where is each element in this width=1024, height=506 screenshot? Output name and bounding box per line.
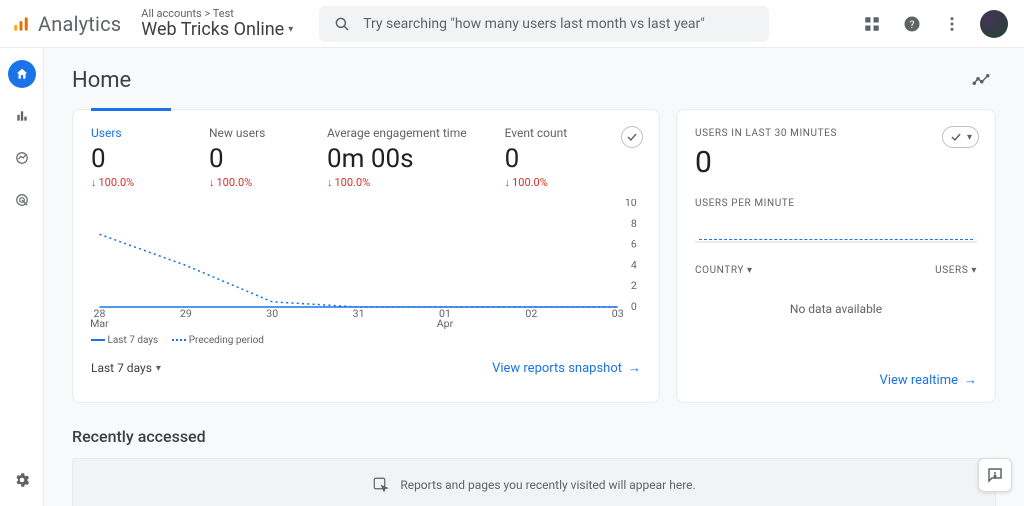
date-range-dropdown[interactable]: Last 7 days ▾ bbox=[91, 361, 161, 375]
page-title: Home bbox=[72, 68, 131, 93]
insights-icon[interactable] bbox=[972, 72, 990, 90]
chevron-down-icon: ▾ bbox=[967, 132, 972, 143]
svg-text:8: 8 bbox=[631, 217, 637, 230]
avatar[interactable] bbox=[980, 10, 1008, 38]
svg-text:Mar: Mar bbox=[91, 317, 109, 329]
metric-value: 0 bbox=[209, 144, 289, 174]
legend-last: Last 7 days bbox=[107, 335, 158, 346]
main-content: Home Users 0 ↓100.0% New users 0 ↓100.0% bbox=[44, 48, 1024, 506]
svg-text:10: 10 bbox=[625, 199, 637, 209]
realtime-value: 0 bbox=[695, 145, 977, 180]
brand-word: Analytics bbox=[38, 12, 121, 36]
arrow-right-icon: → bbox=[628, 360, 641, 376]
metric-label: Average engagement time bbox=[327, 126, 467, 140]
arrow-down-icon: ↓ bbox=[91, 176, 97, 189]
svg-text:Apr: Apr bbox=[437, 317, 454, 329]
recently-accessed-empty: Reports and pages you recently visited w… bbox=[72, 458, 996, 506]
col-country[interactable]: COUNTRY▾ bbox=[695, 265, 753, 276]
svg-text:?: ? bbox=[910, 17, 915, 30]
cursor-icon bbox=[372, 476, 390, 494]
view-reports-snapshot-link[interactable]: View reports snapshot → bbox=[492, 360, 641, 376]
metric-delta: ↓100.0% bbox=[209, 176, 289, 189]
left-rail bbox=[0, 48, 44, 506]
nav-home[interactable] bbox=[8, 60, 36, 88]
chevron-down-icon: ▾ bbox=[971, 265, 977, 276]
card-quality-icon[interactable] bbox=[621, 126, 643, 148]
help-icon[interactable]: ? bbox=[900, 12, 924, 36]
svg-text:2: 2 bbox=[631, 279, 637, 292]
legend-prev: Preceding period bbox=[189, 335, 264, 346]
metric-event-count[interactable]: Event count 0 ↓100.0% bbox=[505, 126, 585, 189]
arrow-down-icon: ↓ bbox=[209, 176, 215, 189]
property-picker[interactable]: All accounts > Test Web Tricks Online ▾ bbox=[141, 8, 293, 40]
metric-new-users[interactable]: New users 0 ↓100.0% bbox=[209, 126, 289, 189]
metric-value: 0m 00s bbox=[327, 144, 467, 174]
svg-text:30: 30 bbox=[266, 307, 278, 320]
trend-chart: 024681028Mar29303101Apr0203 bbox=[91, 199, 641, 329]
breadcrumb: All accounts > Test bbox=[141, 8, 293, 20]
feedback-button[interactable] bbox=[978, 458, 1012, 492]
view-realtime-link[interactable]: View realtime → bbox=[880, 372, 977, 388]
metric-value: 0 bbox=[91, 144, 171, 174]
svg-text:4: 4 bbox=[631, 259, 637, 272]
nav-admin[interactable] bbox=[8, 466, 36, 494]
apps-icon[interactable] bbox=[860, 12, 884, 36]
chevron-down-icon: ▾ bbox=[747, 265, 753, 276]
svg-text:29: 29 bbox=[180, 307, 192, 320]
realtime-nodata: No data available bbox=[695, 302, 977, 316]
realtime-header: USERS IN LAST 30 MINUTES bbox=[695, 128, 977, 139]
analytics-logo-icon bbox=[12, 15, 30, 33]
metric-delta: ↓100.0% bbox=[505, 176, 585, 189]
metric-delta: ↓100.0% bbox=[327, 176, 467, 189]
metrics-row: Users 0 ↓100.0% New users 0 ↓100.0% Aver… bbox=[91, 126, 641, 189]
arrow-down-icon: ↓ bbox=[327, 176, 333, 189]
metric-engagement[interactable]: Average engagement time 0m 00s ↓100.0% bbox=[327, 126, 467, 189]
overview-card: Users 0 ↓100.0% New users 0 ↓100.0% Aver… bbox=[72, 109, 660, 403]
property-name: Web Tricks Online bbox=[141, 20, 284, 40]
metric-value: 0 bbox=[505, 144, 585, 174]
search-placeholder: Try searching "how many users last month… bbox=[363, 16, 705, 32]
arrow-right-icon: → bbox=[964, 372, 977, 388]
svg-text:31: 31 bbox=[353, 307, 365, 320]
col-users[interactable]: USERS▾ bbox=[935, 265, 977, 276]
realtime-card: ▾ USERS IN LAST 30 MINUTES 0 USERS PER M… bbox=[676, 109, 996, 403]
metric-users[interactable]: Users 0 ↓100.0% bbox=[91, 126, 171, 189]
svg-text:03: 03 bbox=[612, 307, 624, 320]
recently-accessed-empty-text: Reports and pages you recently visited w… bbox=[400, 478, 695, 492]
more-vert-icon[interactable] bbox=[940, 12, 964, 36]
nav-reports[interactable] bbox=[8, 102, 36, 130]
topbar-actions: ? bbox=[860, 10, 1008, 38]
realtime-sub: USERS PER MINUTE bbox=[695, 198, 977, 209]
brand-block: Analytics bbox=[8, 12, 121, 36]
search-icon bbox=[333, 15, 351, 33]
top-bar: Analytics All accounts > Test Web Tricks… bbox=[0, 0, 1024, 48]
chevron-down-icon: ▾ bbox=[156, 363, 161, 374]
svg-text:02: 02 bbox=[525, 307, 537, 320]
nav-explore[interactable] bbox=[8, 144, 36, 172]
card-quality-dropdown[interactable]: ▾ bbox=[942, 126, 979, 148]
chevron-down-icon: ▾ bbox=[288, 24, 293, 35]
svg-text:6: 6 bbox=[631, 238, 637, 251]
svg-text:0: 0 bbox=[631, 300, 637, 313]
metric-label: Users bbox=[91, 108, 171, 140]
realtime-sparkline bbox=[695, 241, 977, 243]
arrow-down-icon: ↓ bbox=[505, 176, 511, 189]
metric-delta: ↓100.0% bbox=[91, 176, 171, 189]
metric-label: Event count bbox=[505, 126, 585, 140]
recently-accessed-title: Recently accessed bbox=[72, 427, 996, 446]
nav-advertising[interactable] bbox=[8, 186, 36, 214]
search-input[interactable]: Try searching "how many users last month… bbox=[319, 6, 769, 42]
metric-label: New users bbox=[209, 126, 289, 140]
chart-legend: Last 7 days Preceding period bbox=[91, 335, 641, 346]
